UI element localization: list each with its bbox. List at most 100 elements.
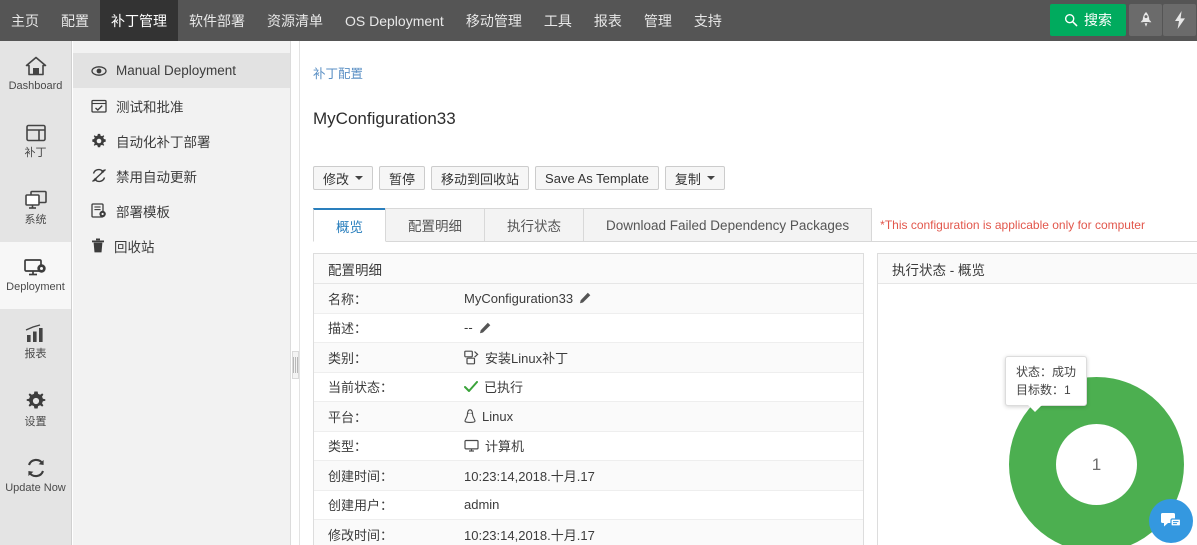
donut-tooltip: 状态：成功 目标数：1 <box>1005 356 1087 406</box>
tab-download-failed-dependency-packages[interactable]: Download Failed Dependency Packages <box>583 208 872 241</box>
detail-value: admin <box>464 497 499 512</box>
monitor-gear-icon <box>23 257 49 277</box>
detail-value: 10:23:14,2018.十月.17 <box>464 466 595 485</box>
detail-value-wrap: 已执行 <box>464 377 523 396</box>
nav-item-home[interactable]: 主页 <box>0 0 50 41</box>
refresh-icon <box>25 458 47 478</box>
detail-row-description: 描述： -- <box>314 314 863 344</box>
detail-key: 当前状态： <box>314 377 464 396</box>
sidebar-item-update-now[interactable]: Update Now <box>0 443 71 510</box>
detail-key: 修改时间： <box>314 525 464 544</box>
detail-key: 平台： <box>314 407 464 426</box>
template-gear-icon <box>91 203 107 218</box>
detail-value-wrap: -- <box>464 320 491 335</box>
top-navigation-bar: 主页 配置 补丁管理 软件部署 资源清单 OS Deployment 移动管理 … <box>0 0 1197 41</box>
modify-button[interactable]: 修改 <box>313 166 373 190</box>
nav-item-inventory[interactable]: 资源清单 <box>256 0 334 41</box>
breadcrumb[interactable]: 补丁配置 <box>313 63 363 82</box>
edit-pencil-icon[interactable] <box>479 322 491 334</box>
save-as-template-button[interactable]: Save As Template <box>535 166 659 190</box>
detail-value: 安装Linux补丁 <box>485 348 568 367</box>
subnav-item-decline-automatic-updates[interactable]: 禁用自动更新 <box>73 158 290 193</box>
configuration-warning-text: *This configuration is applicable only f… <box>871 208 1145 241</box>
tab-overview[interactable]: 概览 <box>313 208 386 242</box>
page-title: MyConfiguration33 <box>313 109 456 129</box>
configuration-details-card-title: 配置明细 <box>314 254 863 284</box>
checkbox-window-icon <box>91 99 107 113</box>
tab-execution-status[interactable]: 执行状态 <box>484 208 584 241</box>
detail-row-modified-time: 修改时间： 10:23:14,2018.十月.17 <box>314 520 863 545</box>
sidebar-item-deployment[interactable]: Deployment <box>0 242 71 309</box>
nav-item-patch-management[interactable]: 补丁管理 <box>100 0 178 41</box>
sidebar-item-label: 报表 <box>25 348 47 360</box>
chat-support-icon <box>1160 511 1182 531</box>
nav-item-software-deployment[interactable]: 软件部署 <box>178 0 256 41</box>
nav-item-admin[interactable]: 管理 <box>633 0 683 41</box>
subnav-item-recycle-bin[interactable]: 回收站 <box>73 228 290 263</box>
nav-item-mobile-management[interactable]: 移动管理 <box>455 0 533 41</box>
detail-key: 类别： <box>314 348 464 367</box>
check-icon <box>464 381 478 393</box>
search-button-label: 搜索 <box>1084 10 1112 30</box>
suspend-button-label: 暂停 <box>389 169 415 188</box>
sidebar-item-reports[interactable]: 报表 <box>0 309 71 376</box>
lightning-bolt-icon <box>1173 11 1187 29</box>
sidebar-item-label: 系统 <box>25 214 47 226</box>
detail-row-current-status: 当前状态： 已执行 <box>314 373 863 403</box>
nav-item-reports[interactable]: 报表 <box>583 0 633 41</box>
subnav-item-label: Manual Deployment <box>116 63 236 78</box>
chat-support-button[interactable] <box>1149 499 1193 543</box>
detail-value-wrap: 安装Linux补丁 <box>464 348 568 367</box>
sidebar-item-systems[interactable]: 系统 <box>0 175 71 242</box>
splitter-drag-handle[interactable] <box>292 351 299 379</box>
detail-value: -- <box>464 320 473 335</box>
subnav-item-label: 部署模板 <box>116 201 170 221</box>
execution-status-card-title: 执行状态 - 概览 <box>878 254 1197 284</box>
move-to-recycle-bin-button[interactable]: 移动到回收站 <box>431 166 529 190</box>
secondary-sidebar: Manual Deployment 测试和批准 自动化补丁部署 禁用自动更新 <box>73 41 291 545</box>
suspend-button[interactable]: 暂停 <box>379 166 425 190</box>
sidebar-item-patch[interactable]: 补丁 <box>0 108 71 175</box>
computer-icon <box>464 439 479 452</box>
nav-item-support[interactable]: 支持 <box>683 0 733 41</box>
copy-button[interactable]: 复制 <box>665 166 725 190</box>
subnav-item-automated-patch-deployment[interactable]: 自动化补丁部署 <box>73 123 290 158</box>
configuration-details-card: 配置明细 名称： MyConfiguration33 描述： -- 类别： <box>313 253 864 545</box>
execution-status-donut-chart: 1 1 状态：成功 目标数：1 <box>878 284 1197 545</box>
gear-icon <box>91 133 107 149</box>
lightning-icon-button[interactable] <box>1163 4 1196 36</box>
subnav-item-label: 禁用自动更新 <box>116 166 197 186</box>
detail-value: 10:23:14,2018.十月.17 <box>464 525 595 544</box>
search-button[interactable]: 搜索 <box>1050 4 1126 36</box>
edit-pencil-icon[interactable] <box>579 292 591 304</box>
donut-center-value: 1 <box>1056 424 1137 505</box>
detail-key: 创建时间： <box>314 466 464 485</box>
sidebar-item-settings[interactable]: 设置 <box>0 376 71 443</box>
rocket-icon-button[interactable] <box>1129 4 1162 36</box>
tab-configuration-details[interactable]: 配置明细 <box>385 208 485 241</box>
monitor-icon <box>24 190 48 210</box>
nav-item-tools[interactable]: 工具 <box>533 0 583 41</box>
primary-sidebar: Dashboard 补丁 系统 <box>0 41 72 545</box>
sidebar-item-label: 补丁 <box>25 147 47 159</box>
chevron-down-icon <box>707 176 715 180</box>
subnav-item-deployment-templates[interactable]: 部署模板 <box>73 193 290 228</box>
search-icon <box>1064 13 1078 27</box>
detail-row-type: 类型： 计算机 <box>314 432 863 462</box>
no-update-icon <box>91 168 107 183</box>
window-icon <box>25 123 47 143</box>
sidebar-item-label: Update Now <box>5 482 66 494</box>
tooltip-status-line: 状态：成功 <box>1016 363 1076 381</box>
eye-icon <box>91 64 107 78</box>
subnav-item-test-and-approve[interactable]: 测试和批准 <box>73 88 290 123</box>
nav-item-os-deployment[interactable]: OS Deployment <box>334 0 455 41</box>
execution-status-card: 执行状态 - 概览 1 1 状态：成功 目标数：1 <box>877 253 1197 545</box>
nav-item-configuration[interactable]: 配置 <box>50 0 100 41</box>
linux-penguin-icon <box>464 409 476 423</box>
detail-value-wrap: 计算机 <box>464 436 524 455</box>
detail-row-platform: 平台： Linux <box>314 402 863 432</box>
trash-icon <box>91 238 105 253</box>
panel-splitter <box>291 41 300 545</box>
sidebar-item-dashboard[interactable]: Dashboard <box>0 41 71 108</box>
subnav-item-manual-deployment[interactable]: Manual Deployment <box>73 53 290 88</box>
